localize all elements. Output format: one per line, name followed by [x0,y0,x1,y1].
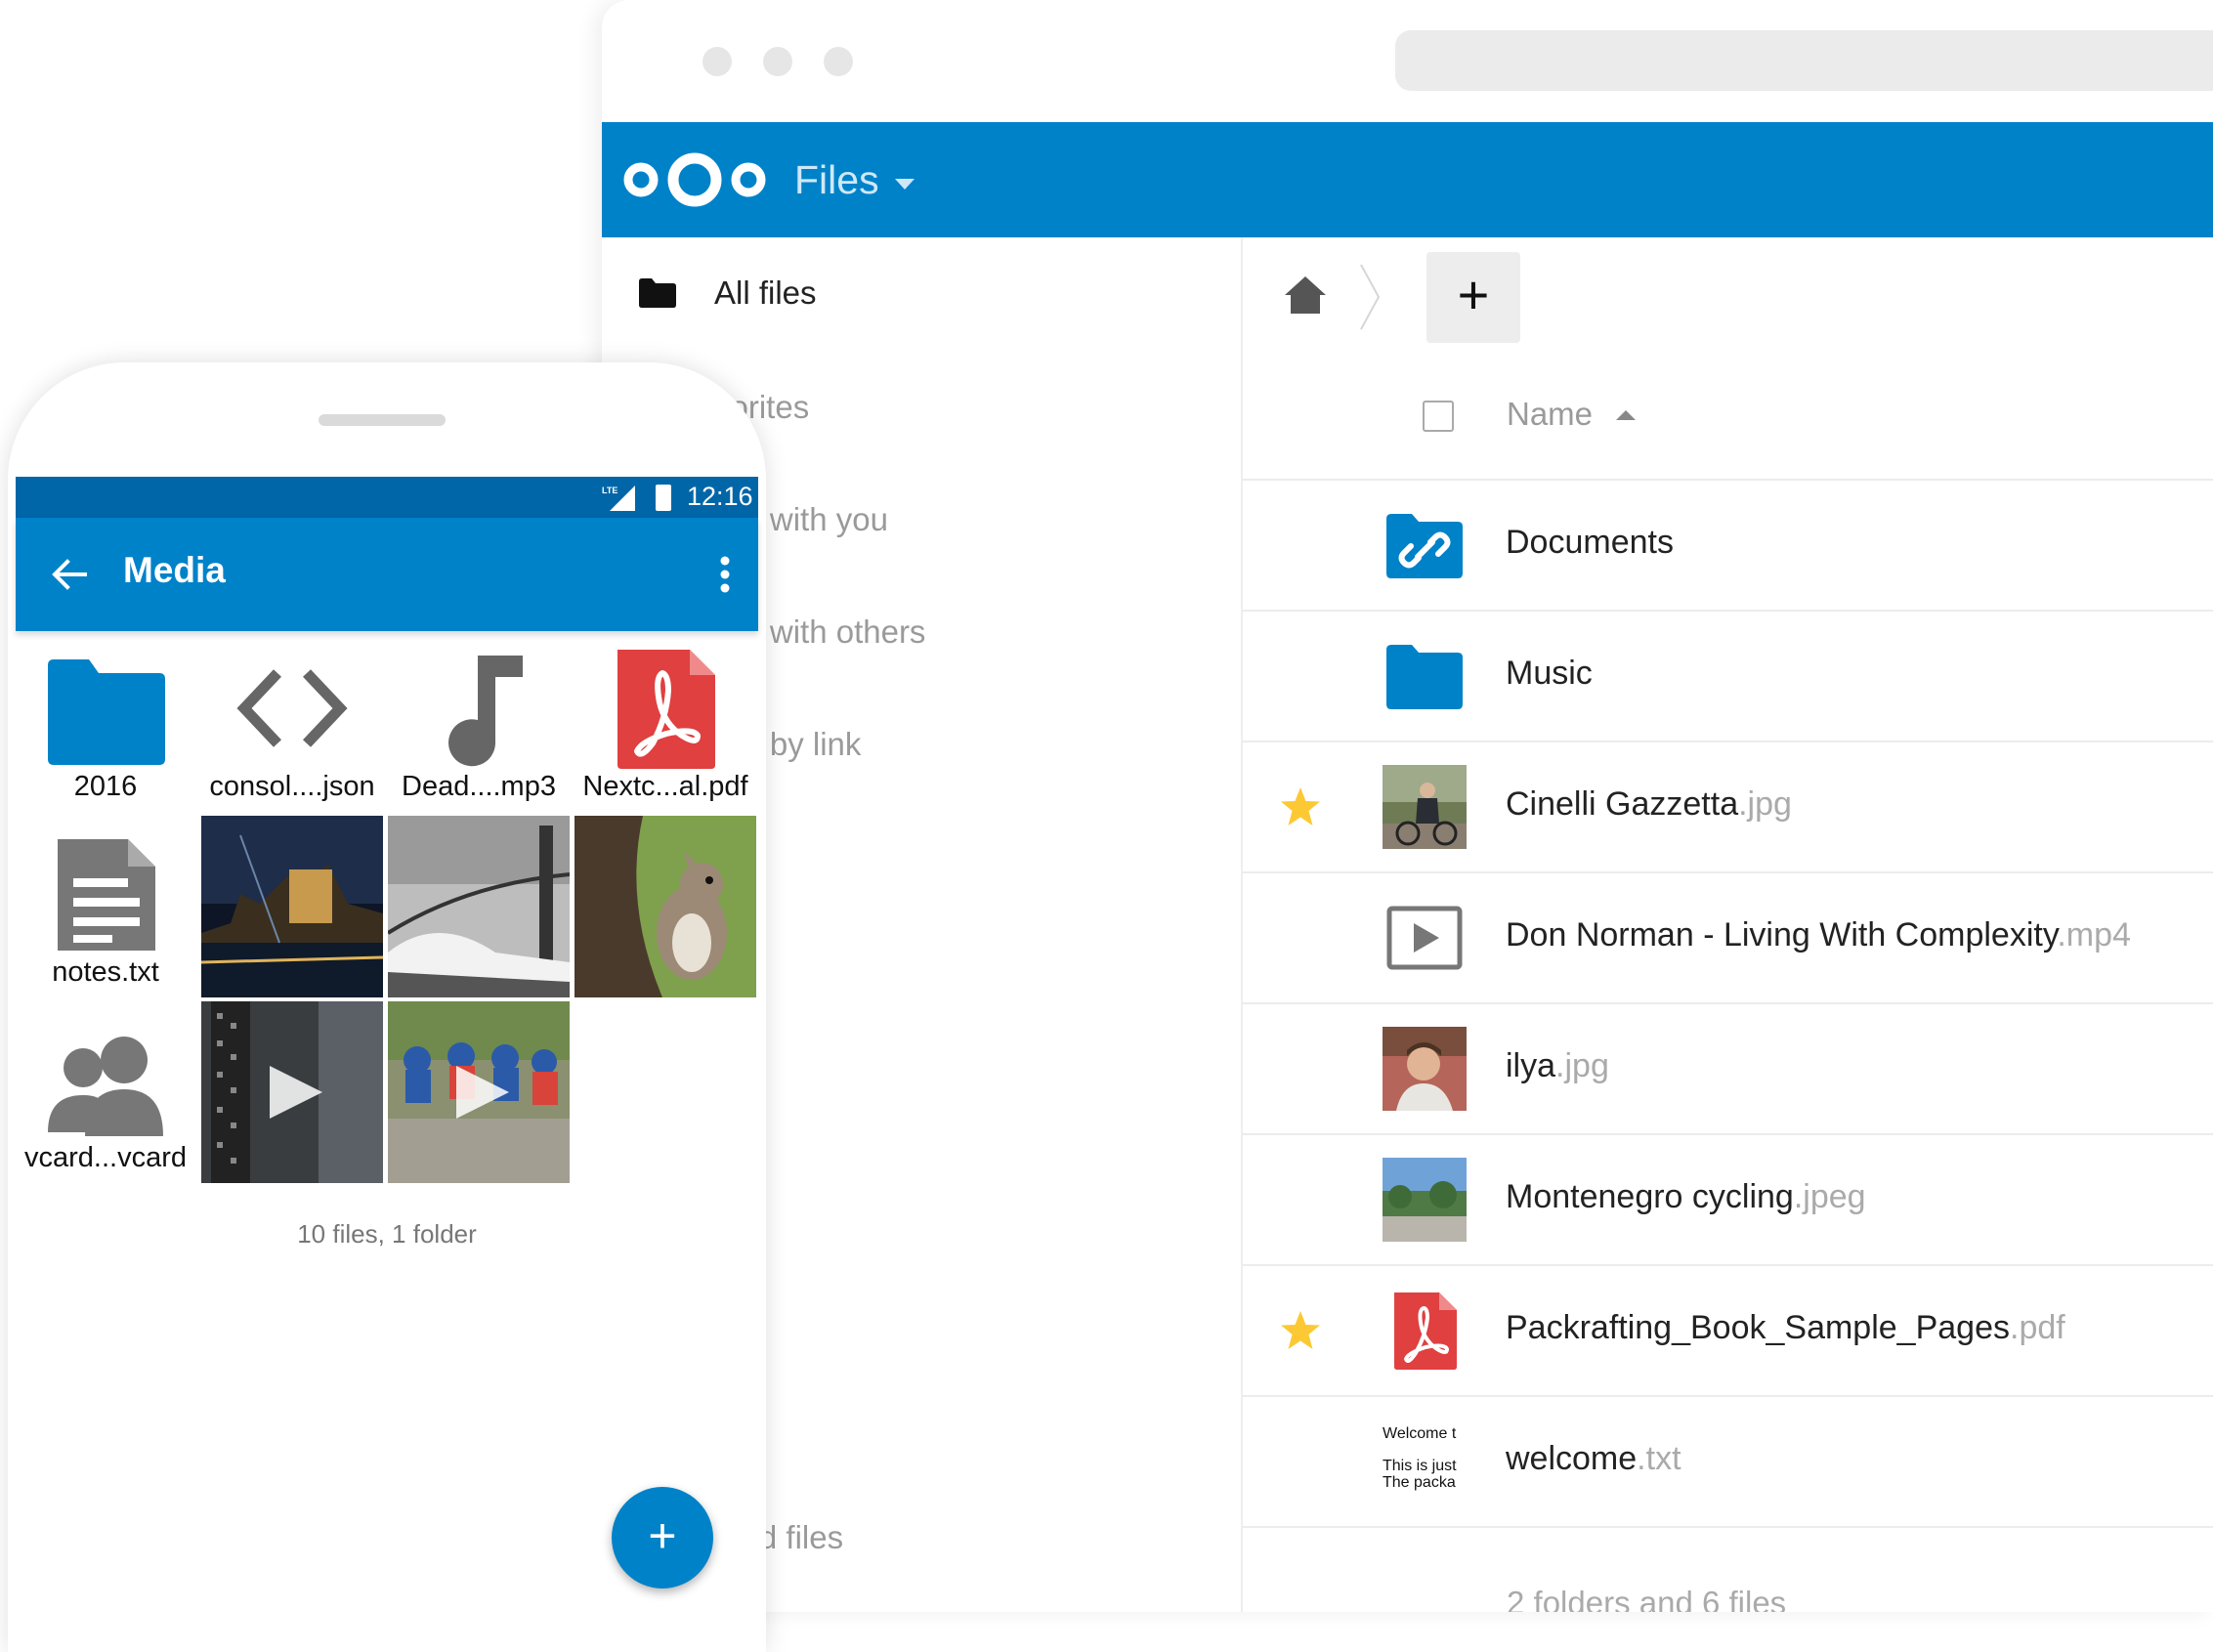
code-icon [236,669,348,747]
grid-item-file[interactable]: notes.txt [15,826,196,1007]
grid-item-file[interactable]: consol....json [201,640,383,822]
folder-icon [1386,645,1463,709]
phone-frame: LTE 12:16 Media 2016 consol....json Dead… [8,362,766,1652]
grid-item-label: consol....json [209,771,375,802]
name-column-header[interactable]: Name [1507,396,1593,433]
window-control-dot[interactable] [763,47,792,76]
sort-ascending-icon[interactable] [1616,410,1636,420]
nextcloud-logo[interactable] [621,148,768,212]
preview-line: This is just [1383,1458,1457,1474]
image-thumbnail [388,816,570,997]
new-file-button[interactable]: + [1426,252,1520,343]
file-name[interactable]: welcome.txt [1506,1440,1681,1478]
video-thumbnail [201,1001,383,1183]
shared-folder-icon [1386,514,1463,578]
window-control-dot[interactable] [702,47,732,76]
file-row[interactable]: Welcome t This is just The packa welcome… [1243,1397,2213,1528]
image-thumbnail [575,816,756,997]
grid-item-file[interactable]: Nextc...al.pdf [575,640,756,822]
grid-item-label: notes.txt [52,956,159,988]
file-name[interactable]: Don Norman - Living With Complexity.mp4 [1506,916,2131,954]
document-icon [58,839,155,951]
favorite-star-icon[interactable] [1279,1309,1322,1352]
file-row[interactable]: Montenegro cycling.jpeg [1243,1135,2213,1266]
contacts-icon [48,1037,163,1136]
pdf-icon [1394,1292,1457,1370]
browser-window: Files All files vorites red with you red… [602,0,2213,1612]
file-name[interactable]: Cinelli Gazzetta.jpg [1506,785,1792,824]
video-icon [1386,906,1463,970]
breadcrumb-separator [1360,264,1381,330]
file-row[interactable]: Documents [1243,481,2213,612]
plus-icon: + [1457,264,1490,325]
grid-item-video[interactable] [388,1001,570,1183]
file-name[interactable]: Montenegro cycling.jpeg [1506,1178,1866,1216]
grid-item-file[interactable]: vcard...vcard [15,1011,196,1193]
status-bar: LTE 12:16 [16,477,758,518]
app-menu-title[interactable]: Files [794,157,879,203]
file-row[interactable]: Don Norman - Living With Complexity.mp4 [1243,873,2213,1004]
caret-down-icon[interactable] [895,179,915,190]
folder-icon [639,278,676,308]
window-control-dot[interactable] [824,47,853,76]
grid-item-label: Nextc...al.pdf [582,771,748,802]
plus-icon: + [648,1508,677,1563]
file-name[interactable]: Documents [1506,524,1674,562]
nav-item-all-files[interactable]: All files [714,275,817,312]
battery-icon [656,485,671,511]
file-row[interactable]: Packrafting_Book_Sample_Pages.pdf [1243,1266,2213,1397]
phone-speaker [319,414,446,426]
grid-item-label: Dead....mp3 [402,771,556,802]
grid-item-folder[interactable]: 2016 [15,640,196,822]
address-bar[interactable] [1395,30,2213,91]
file-list-summary: 2 folders and 6 files [1507,1585,1787,1612]
video-thumbnail [388,1001,570,1183]
file-row[interactable]: Music [1243,612,2213,742]
file-row[interactable]: ilya.jpg [1243,1004,2213,1135]
file-row[interactable]: Cinelli Gazzetta.jpg [1243,742,2213,873]
music-note-icon [448,656,523,767]
phone-toolbar-title: Media [123,550,226,590]
grid-item-image[interactable] [388,816,570,997]
file-list-area: + Name Documents Music Cinelli Gazzetta.… [1243,237,2213,1612]
phone-toolbar: Media [16,518,758,631]
preview-line: Welcome t [1383,1425,1457,1442]
image-thumbnail [1383,765,1467,849]
grid-item-label: vcard...vcard [24,1142,187,1173]
add-fab-button[interactable]: + [612,1487,713,1588]
image-thumbnail [1383,1027,1467,1111]
network-type-label: LTE [602,486,617,495]
browser-chrome [602,0,2213,122]
phone-file-summary: 10 files, 1 folder [297,1219,477,1249]
favorite-star-icon[interactable] [1279,785,1322,828]
grid-item-label: 2016 [73,771,138,802]
back-arrow-icon[interactable] [50,555,89,594]
app-header: Files [602,122,2213,237]
status-clock: 12:16 [687,482,753,511]
image-thumbnail [201,816,383,997]
text-preview-thumbnail: Welcome t This is just The packa [1383,1419,1467,1504]
overflow-menu-icon[interactable] [719,553,731,596]
signal-lte-icon: LTE [602,486,635,511]
image-thumbnail [1383,1158,1467,1242]
grid-item-image[interactable] [575,816,756,997]
grid-item-video[interactable] [201,1001,383,1183]
file-name[interactable]: ilya.jpg [1506,1047,1609,1085]
pdf-icon [617,650,715,769]
file-name[interactable]: Packrafting_Book_Sample_Pages.pdf [1506,1309,2065,1347]
select-all-checkbox[interactable] [1423,401,1454,432]
home-icon[interactable] [1284,274,1327,317]
grid-item-file[interactable]: Dead....mp3 [388,640,570,822]
preview-line: The packa [1383,1474,1456,1491]
folder-icon [48,659,165,765]
file-name[interactable]: Music [1506,655,1593,693]
grid-item-image[interactable] [201,816,383,997]
